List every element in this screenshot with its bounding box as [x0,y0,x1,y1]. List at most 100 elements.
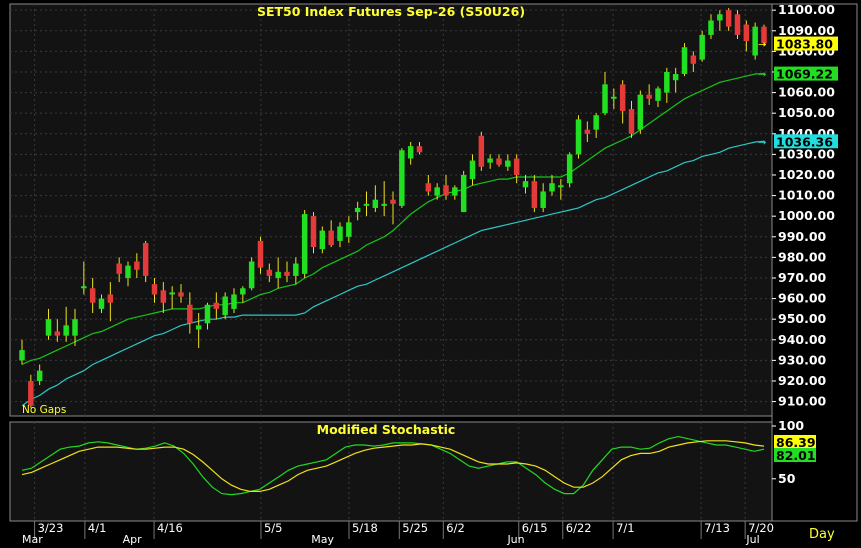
candle-up [293,263,299,276]
price-panel [9,3,773,417]
candle-up [505,160,511,167]
price-tick-label: 920.00 [778,373,827,388]
date-tick-label: 4/1 [88,521,107,535]
period-label: Day [809,527,835,542]
price-tick-label: 1060.00 [778,85,835,100]
candle-up [672,74,679,81]
candle-down [266,269,273,276]
month-label: Mar [22,533,43,546]
price-tick-label: 970.00 [778,270,827,285]
candle-down [142,242,149,276]
candle-up [81,286,87,289]
price-tick-label: 1020.00 [778,167,835,182]
candle-up [460,174,467,213]
candle-down [257,240,264,268]
month-label: May [311,533,334,546]
candle-up [664,71,670,93]
candle-up [319,230,326,250]
candle-down [496,158,502,165]
candle-up [222,296,228,316]
candle-up [611,96,617,99]
candle-down [134,261,140,270]
price-tick-label: 1050.00 [778,105,835,120]
date-tick-label: 4/16 [157,521,183,535]
date-tick-label: 7/13 [704,521,730,535]
candle-up [699,34,705,60]
candle-down [584,129,591,134]
candle-up [63,325,69,336]
candle-up [231,294,237,309]
month-label: Jul [745,533,759,546]
candle-up [487,158,493,163]
candle-up [346,222,352,237]
date-tick-label: 5/25 [402,521,428,535]
candle-down [690,55,697,64]
candle-up [602,84,608,114]
candle-down [178,292,184,297]
candle-down [725,10,732,27]
date-tick-label: 6/15 [522,521,548,535]
candle-up [36,370,43,381]
no-gaps-label: No Gaps [22,404,66,416]
price-tick-label: 1000.00 [778,208,835,223]
candle-up [575,119,582,155]
price-tick-label: 1010.00 [778,188,835,203]
candle-down [107,294,114,303]
candle-up [407,146,414,159]
chart-title: SET50 Index Futures Sep-26 (S50U26) [257,4,525,19]
candle-up [354,207,361,213]
candle-up [195,325,202,330]
candle-down [310,216,317,248]
price-tick-label: 910.00 [778,394,827,409]
candle-up [275,271,281,278]
candle-down [187,304,193,324]
candle-down [151,284,158,295]
date-tick-label: 6/22 [566,521,592,535]
date-tick-label: 5/18 [352,521,378,535]
candle-up [363,203,370,206]
candle-up [681,47,688,75]
candle-down [619,84,626,112]
candle-up [593,115,599,130]
candle-up [708,20,714,35]
stochastic-title: Modified Stochastic [317,422,456,437]
candle-up [655,88,661,101]
candle-down [478,135,485,167]
candle-up [240,288,246,295]
candle-up [637,94,644,130]
candle-up [452,187,458,196]
candle-up [72,319,78,336]
price-tick-label: 930.00 [778,352,827,367]
value-label-text: 1069.22 [776,67,833,82]
candle-up [337,226,343,241]
candle-up [372,199,379,208]
value-label-text: 1036.36 [776,134,833,149]
candle-down [425,183,432,192]
candle-up [558,185,564,188]
date-tick-label: 6/2 [446,521,465,535]
candle-up [434,187,440,196]
stoch-tick-label: 50 [778,471,796,486]
futures-chart: 1100.001090.001080.001070.001060.001050.… [0,0,861,548]
candle-down [328,230,334,246]
candle-up [566,154,573,184]
candle-up [45,319,52,336]
candle-up [125,265,131,278]
candle-down [28,380,34,406]
price-tick-label: 950.00 [778,311,827,326]
candle-down [734,14,741,35]
candle-down [531,181,538,208]
candle-down [284,271,290,276]
candle-up [98,298,105,309]
candle-down [513,158,520,175]
stoch-value-label-text: 82.01 [776,448,816,463]
month-label: Jun [506,533,524,546]
value-pointer-arrow: → [758,137,766,148]
candle-down [213,302,220,309]
candle-down [628,109,635,134]
candle-down [416,146,423,153]
price-tick-label: 990.00 [778,229,827,244]
candle-up [469,160,476,180]
candle-down [646,94,652,99]
value-label-text: 1083.80 [776,37,833,52]
